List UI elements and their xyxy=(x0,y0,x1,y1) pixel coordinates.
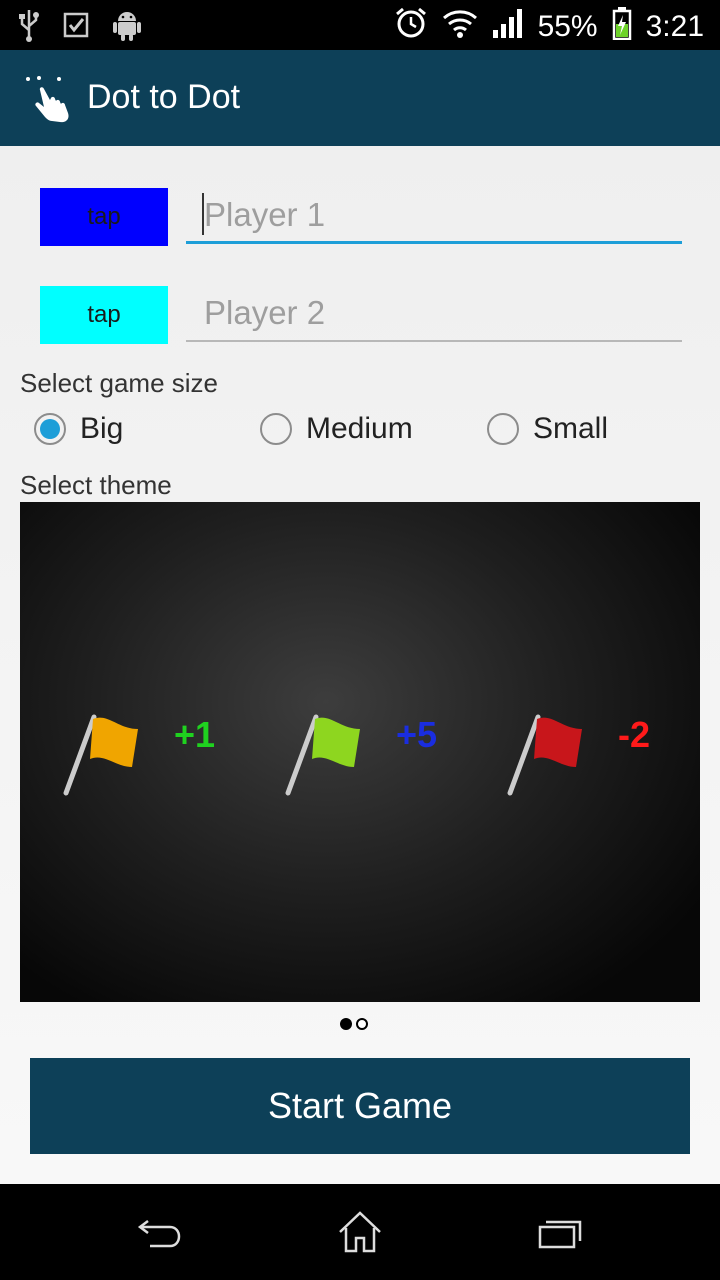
usb-icon xyxy=(18,8,40,47)
radio-big-label: Big xyxy=(80,412,124,445)
page-dot-inactive[interactable] xyxy=(356,1018,368,1030)
battery-percent: 55% xyxy=(537,10,598,43)
android-icon xyxy=(112,8,142,47)
page-indicator xyxy=(340,1018,368,1030)
radio-button-checked[interactable] xyxy=(34,413,66,445)
radio-small[interactable]: Small xyxy=(487,412,608,446)
radio-medium[interactable]: Medium xyxy=(260,412,413,446)
alarm-icon xyxy=(394,6,428,48)
page-dot-active[interactable] xyxy=(340,1018,352,1030)
radio-big[interactable]: Big xyxy=(34,412,123,446)
game-size-radio-group: Big Medium Small xyxy=(0,412,720,456)
flag-orange-icon xyxy=(60,707,146,802)
back-icon[interactable] xyxy=(130,1206,190,1258)
flag-group-3: -2 xyxy=(504,707,650,802)
home-icon[interactable] xyxy=(330,1206,390,1258)
navigation-bar xyxy=(0,1184,720,1280)
radio-button-unchecked[interactable] xyxy=(487,413,519,445)
radio-small-label: Small xyxy=(533,412,609,445)
touch-hand-icon xyxy=(24,76,80,129)
flag-green-icon xyxy=(282,707,368,802)
flag-group-2: +5 xyxy=(282,707,437,802)
start-game-button[interactable]: Start Game xyxy=(30,1058,690,1154)
theme-label: Select theme xyxy=(20,470,172,500)
status-bar: 55% 3:21 xyxy=(0,0,720,50)
theme-preview-carousel[interactable]: +1 +5 -2 xyxy=(20,502,700,1002)
flag-group-1: +1 xyxy=(60,707,215,802)
flag-red-icon xyxy=(504,707,590,802)
app-title: Dot to Dot xyxy=(87,78,241,116)
player2-name-input[interactable]: Player 2 xyxy=(186,286,682,342)
radio-medium-label: Medium xyxy=(306,412,413,445)
player1-name-input[interactable]: Player 1 xyxy=(186,188,682,244)
recent-apps-icon[interactable] xyxy=(530,1206,590,1258)
player1-color-button[interactable]: tap xyxy=(40,188,168,246)
flag-value-1: +1 xyxy=(174,713,216,755)
radio-button-unchecked[interactable] xyxy=(260,413,292,445)
player2-color-button[interactable]: tap xyxy=(40,286,168,344)
flag-value-3: -2 xyxy=(618,713,651,755)
game-size-label: Select game size xyxy=(20,368,218,398)
clock: 3:21 xyxy=(645,10,704,43)
wifi-icon xyxy=(442,7,478,47)
signal-icon xyxy=(492,8,524,46)
battery-icon xyxy=(612,6,632,48)
flag-value-2: +5 xyxy=(396,713,438,755)
checkbox-icon xyxy=(62,11,90,44)
